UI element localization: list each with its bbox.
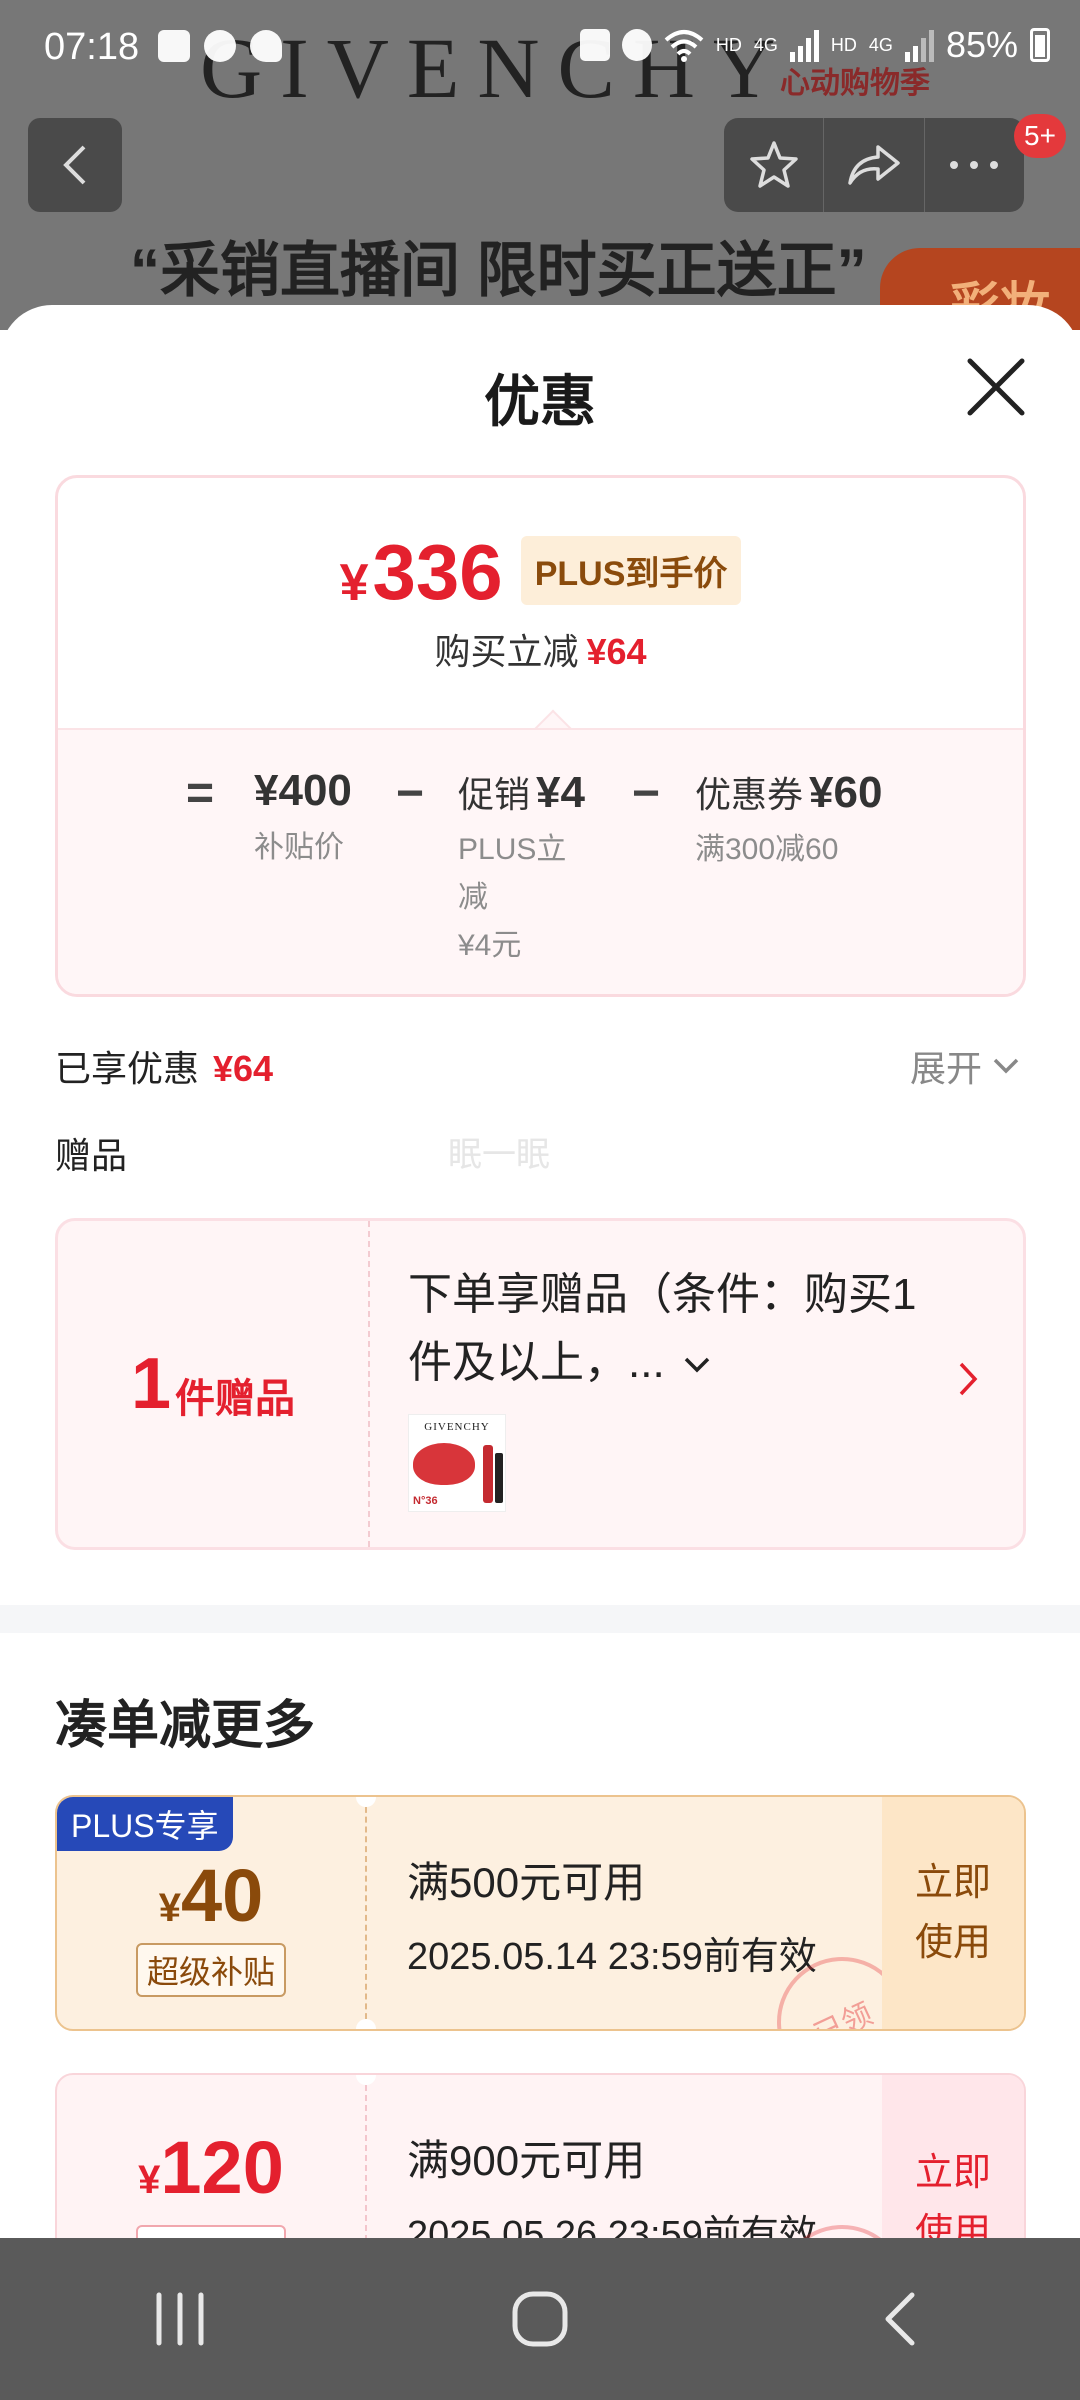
price-summary-card: ¥ 336 PLUS到手价 购买立减 ¥64 = ¥400 补贴价 − 促销 ¥4	[55, 475, 1026, 997]
coupon-type-tag: 超级补贴	[136, 1943, 286, 1997]
gift-count: 1 件赠品	[130, 1344, 296, 1424]
system-back-button[interactable]	[840, 2269, 960, 2369]
recycle-icon	[579, 29, 610, 61]
price-breakdown: = ¥400 补贴价 − 促销¥4 PLUS立 减 ¥4元 − 优惠券¥60	[58, 728, 1023, 994]
star-icon	[749, 141, 798, 188]
gift-section-label: 赠品	[55, 1135, 128, 1176]
gift-description: 下单享赠品（条件：购买1件及以上，...	[408, 1270, 917, 1387]
banner-headline: “采销直播间 限时买正送正”	[130, 237, 867, 304]
equals-sign: =	[186, 767, 215, 820]
clock-app-icon	[204, 30, 236, 62]
share-icon	[848, 145, 900, 185]
gift-card[interactable]: 1 件赠品 下单享赠品（条件：购买1件及以上，... GIVENCHY N°36	[55, 1218, 1026, 1550]
alarm-icon	[621, 29, 652, 61]
promotion-item: 促销 ¥4 PLUS立 减 ¥4元	[458, 768, 585, 962]
recent-apps-icon	[156, 2292, 204, 2346]
share-button[interactable]	[823, 118, 923, 212]
instant-reduction: 购买立减 ¥64	[434, 631, 647, 672]
gift-product-thumbnail: GIVENCHY N°36	[408, 1414, 506, 1512]
coupon-amount: ¥40	[158, 1854, 264, 1937]
signal-icon	[789, 28, 819, 62]
signal-icon-2	[904, 28, 934, 62]
message-count-badge: 5+	[1014, 114, 1066, 158]
status-bar: 07:18 HD 4G HD 4G 85%	[0, 0, 1080, 100]
chevron-left-icon	[63, 145, 86, 185]
plus-price-tag: PLUS到手价	[520, 536, 742, 605]
expand-button[interactable]: 展开	[910, 1040, 1020, 1092]
coupon-item: 优惠券 ¥60 满300减60	[695, 768, 883, 866]
favorite-button[interactable]	[724, 118, 823, 212]
minus-sign: −	[396, 767, 425, 820]
minus-sign: −	[632, 767, 661, 820]
network-type-2: 4G	[868, 34, 893, 55]
discount-sheet: 优惠 ¥ 336 PLUS到手价 购买立减 ¥64 = ¥400 补贴价 − 促…	[0, 305, 1080, 2238]
battery-icon	[1030, 28, 1050, 62]
network-type-1: 4G	[753, 34, 778, 55]
gallery-icon	[158, 30, 190, 62]
coupon-condition: 满900元可用	[407, 2137, 646, 2184]
chevron-right-icon	[959, 1362, 978, 1396]
coupon-card: ¥120 大促神券 满900元可用 2025.05.26 23:59前有效 已领…	[55, 2073, 1026, 2238]
coupon-condition: 满500元可用	[407, 1859, 646, 1906]
coupon-type-tag: 大促神券	[136, 2225, 286, 2238]
coupon-amount: ¥120	[138, 2126, 284, 2209]
wifi-icon	[664, 30, 704, 62]
more-button[interactable]	[923, 118, 1024, 212]
coupon-validity: 2025.05.26 23:59前有效	[407, 2214, 817, 2238]
close-icon	[967, 358, 1025, 416]
recent-apps-button[interactable]	[120, 2269, 240, 2369]
back-arrow-icon	[885, 2292, 915, 2346]
lips-image	[413, 1443, 475, 1485]
home-icon	[512, 2291, 568, 2347]
watermark: 眠一眠	[448, 1136, 550, 1174]
section-divider	[0, 1605, 1080, 1633]
sheet-title: 优惠	[484, 370, 596, 433]
final-price: ¥ 336	[339, 528, 503, 616]
home-button[interactable]	[480, 2269, 600, 2369]
chevron-down-icon	[684, 1358, 710, 1373]
back-button[interactable]	[28, 118, 122, 212]
bird-icon	[250, 30, 282, 62]
hd-indicator-1: HD	[715, 34, 742, 55]
use-now-button[interactable]: 立即 使用	[882, 1797, 1024, 2029]
coupon-validity: 2025.05.14 23:59前有效	[407, 1936, 817, 1978]
system-navigation-bar	[0, 2238, 1080, 2400]
close-button[interactable]	[962, 353, 1030, 421]
section-title: 凑单减更多	[55, 1697, 316, 1755]
battery-percent: 85%	[945, 24, 1018, 65]
use-now-button[interactable]: 立即 使用	[882, 2075, 1024, 2238]
top-action-group	[724, 118, 1024, 212]
more-dots-icon	[950, 161, 999, 169]
hd-indicator-2: HD	[830, 34, 857, 55]
status-time: 07:18	[44, 26, 140, 68]
plus-exclusive-badge: PLUS专享	[57, 1797, 233, 1851]
coupon-card: PLUS专享 ¥40 超级补贴 满500元可用 2025.05.14 23:59…	[55, 1795, 1026, 2031]
base-price-item: ¥400 补贴价	[254, 766, 352, 864]
lipstick-image	[483, 1445, 493, 1503]
chevron-down-icon	[993, 1058, 1019, 1074]
enjoyed-discount: 已享优惠 ¥64	[55, 1048, 274, 1089]
